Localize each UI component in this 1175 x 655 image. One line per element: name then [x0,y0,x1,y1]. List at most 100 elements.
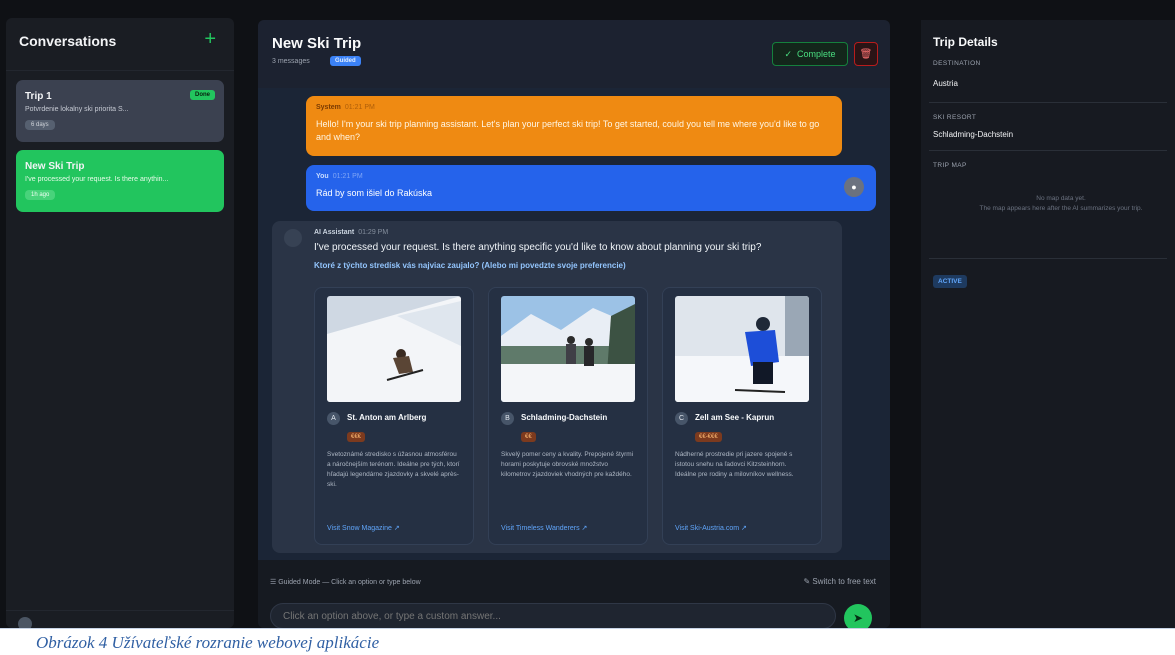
sidebar-footer [6,610,234,628]
menu-icon: ☰ [270,579,277,586]
external-link-icon: ↗ [581,525,588,532]
assistant-avatar-icon [284,229,302,247]
complete-button[interactable]: ✓ Complete [772,42,848,66]
message-time: 01:29 PM [358,229,389,236]
assistant-message: AI Assistant 01:29 PM I've processed your… [272,221,842,553]
divider [929,102,1167,103]
price-badge: €€-€€€ [695,432,722,442]
conversation-time: 6 days [25,120,55,130]
pencil-icon: ✎ [803,577,811,586]
resort-photo [327,296,461,402]
message-text: Hello! I'm your ski trip planning assist… [316,119,820,142]
conversation-item-new-ski-trip[interactable]: New Ski Trip I've processed your request… [16,150,224,212]
price-badge: €€€ [347,432,366,442]
sender-name: You [316,173,329,180]
chat-panel: New Ski Trip 3 messages Guided ✓ Complet… [258,20,890,628]
guided-mode-text: Guided Mode — Click an option or type be… [278,579,421,586]
user-message: You 01:21 PM Rád by som išiel do Rakúska … [306,165,876,211]
divider [929,258,1167,259]
delete-button[interactable]: 🗑 [854,42,878,66]
sender-name: System [316,104,341,111]
destination-value: Austria [933,79,958,88]
chat-header: New Ski Trip 3 messages Guided ✓ Complet… [258,20,890,88]
trash-icon: 🗑 [859,48,873,60]
trip-map-label: TRIP MAP [933,162,967,169]
resort-photo [501,296,635,402]
conversation-preview: I've processed your request. Is there an… [25,176,169,183]
avatar[interactable] [18,617,32,628]
map-empty-text: No map data yet. [1036,195,1086,202]
resort-name: Zell am See - Kaprun [695,413,775,422]
mode-badge: Guided [330,56,361,66]
message-meta: You 01:21 PM [316,173,363,180]
resort-link[interactable]: Visit Ski-Austria.com ↗ [675,524,747,532]
resort-link[interactable]: Visit Snow Magazine ↗ [327,524,400,532]
conversation-preview: Potvrdenie lokalny ski priorita S... [25,106,129,113]
map-empty-hint: The map appears here after the AI summar… [979,205,1143,212]
message-meta: AI Assistant 01:29 PM [314,229,388,236]
skier-photo-c [675,296,809,402]
price-badge: €€ [521,432,536,442]
resort-option-b[interactable]: B Schladming-Dachstein €€ Skvelý pomer c… [488,287,648,545]
assistant-question: Ktoré z týchto stredísk vás najviac zauj… [314,261,626,270]
sidebar-header: Conversations + [6,18,234,71]
conversation-time: 1h ago [25,190,56,200]
resort-link[interactable]: Visit Timeless Wanderers ↗ [501,524,587,532]
link-label: Visit Ski-Austria.com [675,525,740,532]
resort-name: St. Anton am Arlberg [347,413,427,422]
sender-name: AI Assistant [314,229,355,236]
resort-option-a[interactable]: A St. Anton am Arlberg €€€ Svetoznámé st… [314,287,474,545]
option-letter: C [675,412,688,425]
link-label: Visit Snow Magazine [327,525,392,532]
message-count: 3 messages [272,58,310,65]
switch-label: Switch to free text [812,577,876,586]
plus-icon[interactable]: + [204,28,216,51]
app-window: Conversations + Trip 1 Done Potvrdenie l… [0,0,1175,628]
skier-photo-a [327,296,461,402]
resort-option-c[interactable]: C Zell am See - Kaprun €€-€€€ Nádherné p… [662,287,822,545]
figure-caption: Obrázok 4 Užívateľské rozranie webovej a… [36,633,380,652]
send-button[interactable]: ➤ [844,604,872,628]
map-placeholder: No map data yet. The map appears here af… [961,194,1161,214]
system-message: System 01:21 PM Hello! I'm your ski trip … [306,96,842,156]
details-title: Trip Details [933,35,998,49]
send-icon: ➤ [852,611,864,625]
skier-photo-b [501,296,635,402]
guided-mode-hint: ☰ Guided Mode — Click an option or type … [270,578,421,586]
message-meta: System 01:21 PM [316,104,375,111]
option-letter: B [501,412,514,425]
status-badge: Done [190,90,215,100]
caption-divider [0,628,1175,629]
conversations-sidebar: Conversations + Trip 1 Done Potvrdenie l… [6,18,234,628]
resort-description: Svetoznámé stredisko s úžasnou atmosféro… [327,451,460,488]
external-link-icon: ↗ [393,525,400,532]
resort-value: Schladming-Dachstein [933,130,1014,139]
divider [929,150,1167,151]
trip-details-panel: Trip Details DESTINATION Austria SKI RES… [921,20,1175,628]
conversation-title: New Ski Trip [25,161,85,172]
conversation-item-trip-1[interactable]: Trip 1 Done Potvrdenie lokalny ski prior… [16,80,224,142]
message-list: System 01:21 PM Hello! I'm your ski trip … [258,88,890,560]
resort-name: Schladming-Dachstein [521,413,608,422]
external-link-icon: ↗ [741,525,747,532]
switch-free-text-button[interactable]: ✎ Switch to free text [803,577,876,586]
status-badge: ACTIVE [933,275,967,288]
destination-label: DESTINATION [933,60,981,67]
check-icon: ✓ [784,48,792,59]
user-avatar-icon: ● [844,177,864,197]
sidebar-title: Conversations [19,33,117,49]
message-text: Rád by som išiel do Rakúska [316,188,433,198]
composer: ☰ Guided Mode — Click an option or type … [258,560,890,628]
answer-input[interactable] [270,603,836,628]
complete-label: Complete [797,49,836,59]
message-time: 01:21 PM [332,173,363,180]
resort-description: Nádherné prostredie pri jazere spojené s… [675,451,794,478]
link-label: Visit Timeless Wanderers [501,525,580,532]
option-letter: A [327,412,340,425]
message-time: 01:21 PM [344,104,375,111]
conversation-title: Trip 1 [25,91,52,102]
resort-description: Skvelý pomer ceny a kvality. Prepojené š… [501,451,634,478]
message-text: I've processed your request. Is there an… [314,242,762,253]
resort-photo [675,296,809,402]
page-title: New Ski Trip [272,35,362,52]
